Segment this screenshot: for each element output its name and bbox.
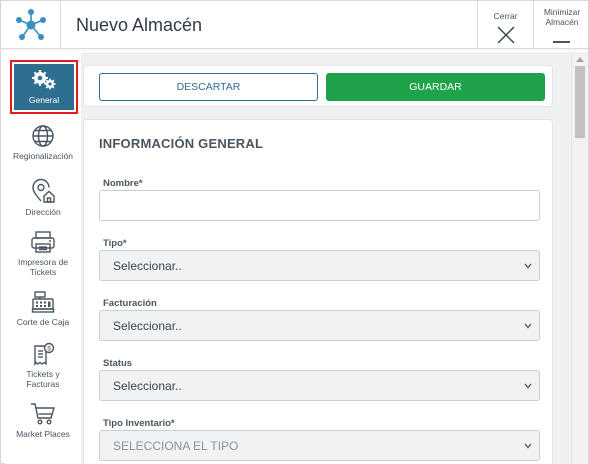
tipo-inventario-label: Tipo Inventario* [103, 418, 175, 429]
chevron-down-icon [524, 443, 532, 449]
sidebar-item-label: Impresora de Tickets [17, 257, 69, 277]
network-logo-icon [16, 9, 46, 40]
receipt-icon: $ [34, 342, 55, 366]
sidebar-item-market-places[interactable]: Market Places [5, 402, 81, 439]
sidebar-item-direccion[interactable]: Dirección [5, 178, 81, 217]
window-header: Nuevo Almacén Cerrar Minimizar Almacén [1, 1, 588, 49]
sidebar-item-tickets-facturas[interactable]: $ Tickets y Facturas [5, 342, 81, 389]
close-label: Cerrar [493, 11, 518, 21]
tipo-label: Tipo* [103, 238, 127, 249]
location-home-icon [32, 178, 55, 203]
nombre-label: Nombre* [103, 178, 143, 189]
facturacion-select-value: Seleccionar.. [113, 319, 182, 333]
status-label: Status [103, 358, 133, 369]
minimize-icon [553, 41, 570, 43]
printer-icon [31, 231, 55, 253]
scrollbar-thumb[interactable] [575, 66, 585, 138]
save-button[interactable]: GUARDAR [326, 73, 545, 101]
scroll-up-arrow-icon[interactable] [576, 56, 584, 62]
status-select[interactable]: Seleccionar.. [99, 370, 540, 401]
section-title: INFORMACIÓN GENERAL [99, 136, 264, 151]
main-content: DESCARTAR GUARDAR INFORMACIÓN GENERAL No… [81, 52, 571, 464]
general-info-card: INFORMACIÓN GENERAL Nombre* Tipo* Selecc… [83, 119, 553, 464]
minimize-button[interactable]: Minimizar Almacén [533, 1, 588, 49]
sidebar-item-regionalizacion[interactable]: Regionalización [5, 124, 81, 161]
cash-register-icon [31, 291, 55, 313]
minimize-label: Minimizar Almacén [543, 7, 581, 27]
chevron-down-icon [524, 323, 532, 329]
sidebar-item-general[interactable]: General [10, 60, 78, 114]
gears-icon [32, 70, 56, 90]
globe-icon [32, 125, 54, 147]
sidebar-item-label: Market Places [16, 429, 70, 439]
vertical-scrollbar[interactable] [571, 52, 588, 464]
sidebar: General Regionalización Dirección Impres… [5, 52, 81, 464]
sidebar-item-impresora[interactable]: Impresora de Tickets [5, 230, 81, 277]
shopping-cart-icon [31, 403, 55, 425]
discard-button[interactable]: DESCARTAR [99, 73, 318, 101]
sidebar-item-label: Regionalización [12, 151, 73, 161]
tipo-select[interactable]: Seleccionar.. [99, 250, 540, 281]
tipo-inventario-select-value: SELECCIONA EL TIPO [113, 439, 239, 453]
close-button[interactable]: Cerrar [477, 1, 533, 49]
nombre-input[interactable] [99, 190, 540, 221]
window-title: Nuevo Almacén [76, 15, 203, 35]
facturacion-label: Facturación [103, 298, 157, 309]
sidebar-item-label: General [28, 95, 60, 105]
sidebar-item-corte-caja[interactable]: Corte de Caja [5, 290, 81, 327]
tipo-inventario-select[interactable]: SELECCIONA EL TIPO [99, 430, 540, 461]
action-toolbar: DESCARTAR GUARDAR [83, 65, 553, 107]
facturacion-select[interactable]: Seleccionar.. [99, 310, 540, 341]
sidebar-item-label: Tickets y Facturas [26, 369, 60, 389]
status-select-value: Seleccionar.. [113, 379, 182, 393]
app-logo [1, 1, 61, 49]
close-icon [497, 26, 515, 44]
chevron-down-icon [524, 263, 532, 269]
svg-text:$: $ [47, 345, 51, 352]
tipo-select-value: Seleccionar.. [113, 259, 182, 273]
chevron-down-icon [524, 383, 532, 389]
sidebar-item-label: Corte de Caja [16, 317, 70, 327]
sidebar-item-label: Dirección [25, 207, 61, 217]
